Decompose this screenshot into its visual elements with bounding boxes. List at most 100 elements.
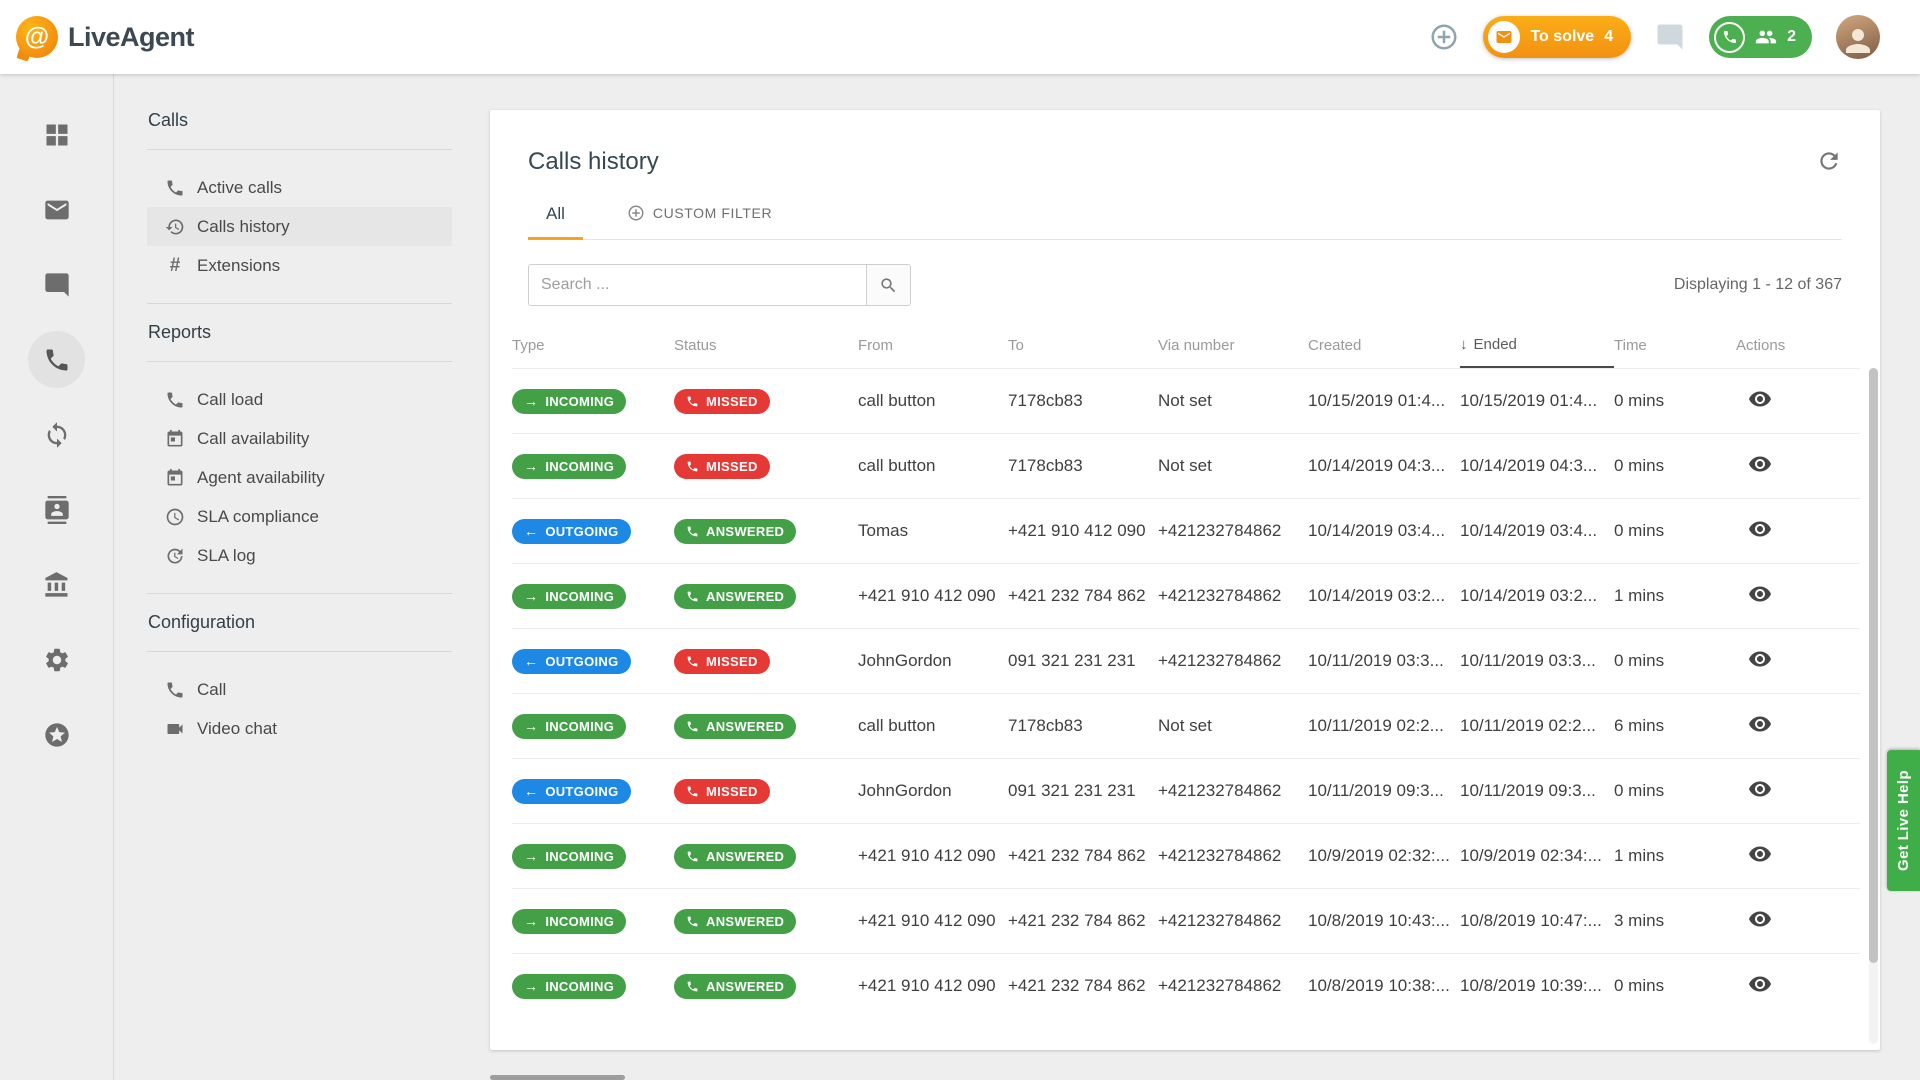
sidebar-item-active-calls[interactable]: Active calls xyxy=(147,168,452,207)
sidebar-item-label: Agent availability xyxy=(197,468,325,488)
table-row[interactable]: →INCOMINGANSWERED+421 910 412 090+421 23… xyxy=(512,888,1860,953)
table-row[interactable]: →INCOMINGMISSEDcall button7178cb83Not se… xyxy=(512,368,1860,433)
view-call-details-icon[interactable] xyxy=(1748,907,1772,931)
table-row[interactable]: ←OUTGOINGANSWEREDTomas+421 910 412 090+4… xyxy=(512,498,1860,563)
cell-time: 1 mins xyxy=(1614,846,1736,866)
status-badge-answered: ANSWERED xyxy=(674,974,796,999)
cell-from: +421 910 412 090 xyxy=(858,976,1008,996)
view-call-details-icon[interactable] xyxy=(1748,777,1772,801)
sidebar-item-calls-history[interactable]: Calls history xyxy=(147,207,452,246)
view-call-details-icon[interactable] xyxy=(1748,842,1772,866)
view-call-details-icon[interactable] xyxy=(1748,387,1772,411)
cell-status: MISSED xyxy=(674,389,858,414)
sort-desc-icon: ↓ xyxy=(1460,336,1468,353)
cell-status: ANSWERED xyxy=(674,584,858,609)
table-row[interactable]: →INCOMINGANSWEREDcall button7178cb83Not … xyxy=(512,693,1860,758)
view-call-details-icon[interactable] xyxy=(1748,452,1772,476)
column-header-status[interactable]: Status xyxy=(674,322,858,368)
column-header-to[interactable]: To xyxy=(1008,322,1158,368)
rail-item-dashboard[interactable] xyxy=(28,106,85,163)
cell-actions xyxy=(1736,777,1860,806)
type-badge-outgoing: ←OUTGOING xyxy=(512,519,631,544)
cell-from: call button xyxy=(858,456,1008,476)
tab-all-label: All xyxy=(546,204,565,223)
tab-custom-filter-label: CUSTOM FILTER xyxy=(653,205,772,221)
column-header-ended[interactable]: ↓Ended xyxy=(1460,322,1614,368)
phone-icon xyxy=(43,346,71,374)
status-badge-missed: MISSED xyxy=(674,649,770,674)
table-row[interactable]: ←OUTGOINGMISSEDJohnGordon091 321 231 231… xyxy=(512,628,1860,693)
view-call-details-icon[interactable] xyxy=(1748,712,1772,736)
person-icon xyxy=(1840,23,1876,59)
view-call-details-icon[interactable] xyxy=(1748,517,1772,541)
rail-item-bank[interactable] xyxy=(28,556,85,613)
rail-item-chat[interactable] xyxy=(28,256,85,313)
update-icon xyxy=(165,546,185,566)
cell-to: 091 321 231 231 xyxy=(1008,781,1158,801)
status-badge-label: MISSED xyxy=(706,394,758,409)
cell-created: 10/11/2019 02:2... xyxy=(1308,716,1460,736)
search-input[interactable] xyxy=(528,264,866,306)
rail-item-sync[interactable] xyxy=(28,406,85,463)
cell-type: →INCOMING xyxy=(512,844,674,869)
search-button[interactable] xyxy=(866,264,911,306)
sidebar-item-call-availability[interactable]: Call availability xyxy=(147,419,452,458)
add-filter-icon xyxy=(627,204,645,222)
column-header-created[interactable]: Created xyxy=(1308,322,1460,368)
view-call-details-icon[interactable] xyxy=(1748,647,1772,671)
column-header-type[interactable]: Type xyxy=(512,322,674,368)
table-row[interactable]: ←OUTGOINGMISSEDJohnGordon091 321 231 231… xyxy=(512,758,1860,823)
column-header-actions[interactable]: Actions xyxy=(1736,322,1860,368)
table-scrollbar[interactable] xyxy=(1869,368,1878,1044)
rail-item-gear[interactable] xyxy=(28,631,85,688)
type-badge-incoming: →INCOMING xyxy=(512,389,626,414)
horizontal-scrollbar-thumb[interactable] xyxy=(490,1075,625,1080)
rail-item-star[interactable] xyxy=(28,706,85,763)
cell-actions xyxy=(1736,907,1860,936)
to-solve-badge[interactable]: To solve 4 xyxy=(1483,16,1631,58)
column-label: Via number xyxy=(1158,337,1234,354)
sidebar-item-extensions[interactable]: #Extensions xyxy=(147,246,452,285)
arrow-right-icon: → xyxy=(524,719,538,733)
cell-from: call button xyxy=(858,716,1008,736)
sidebar-item-video-chat[interactable]: Video chat xyxy=(147,709,452,748)
cell-to: 7178cb83 xyxy=(1008,716,1158,736)
gear-icon xyxy=(43,646,71,674)
column-header-from[interactable]: From xyxy=(858,322,1008,368)
column-header-via-number[interactable]: Via number xyxy=(1158,322,1308,368)
phone-status-pill[interactable]: 2 xyxy=(1709,16,1812,58)
rail-item-phone[interactable] xyxy=(28,331,85,388)
cell-time: 3 mins xyxy=(1614,911,1736,931)
liveagent-logo-icon: @ xyxy=(16,16,58,58)
sidebar-item-call[interactable]: Call xyxy=(147,670,452,709)
column-header-time[interactable]: Time xyxy=(1614,322,1736,368)
refresh-icon[interactable] xyxy=(1816,148,1842,174)
cell-actions xyxy=(1736,712,1860,741)
calendar-icon xyxy=(165,429,185,449)
user-avatar[interactable] xyxy=(1836,15,1880,59)
sidebar-item-sla-compliance[interactable]: SLA compliance xyxy=(147,497,452,536)
sidebar-item-agent-availability[interactable]: Agent availability xyxy=(147,458,452,497)
add-circle-icon[interactable] xyxy=(1429,22,1459,52)
tab-custom-filter[interactable]: CUSTOM FILTER xyxy=(609,204,790,239)
scrollbar-thumb[interactable] xyxy=(1869,368,1878,963)
cell-via: Not set xyxy=(1158,456,1308,476)
sidebar-item-sla-log[interactable]: SLA log xyxy=(147,536,452,575)
view-call-details-icon[interactable] xyxy=(1748,582,1772,606)
view-call-details-icon[interactable] xyxy=(1748,972,1772,996)
table-row[interactable]: →INCOMINGANSWERED+421 910 412 090+421 23… xyxy=(512,823,1860,888)
sidebar-divider xyxy=(147,593,452,594)
tab-all[interactable]: All xyxy=(528,204,583,239)
sidebar-item-call-load[interactable]: Call load xyxy=(147,380,452,419)
table-row[interactable]: →INCOMINGANSWERED+421 910 412 090+421 23… xyxy=(512,953,1860,1018)
chat-bubble-icon[interactable] xyxy=(1655,22,1685,52)
rail-item-mail[interactable] xyxy=(28,181,85,238)
table-row[interactable]: →INCOMINGANSWERED+421 910 412 090+421 23… xyxy=(512,563,1860,628)
table-row[interactable]: →INCOMINGMISSEDcall button7178cb83Not se… xyxy=(512,433,1860,498)
cell-created: 10/14/2019 04:3... xyxy=(1308,456,1460,476)
get-live-help-button[interactable]: Get Live Help xyxy=(1887,750,1920,891)
cell-status: MISSED xyxy=(674,649,858,674)
liveagent-logo[interactable]: @ LiveAgent xyxy=(16,16,194,58)
type-badge-outgoing: ←OUTGOING xyxy=(512,779,631,804)
rail-item-contacts[interactable] xyxy=(28,481,85,538)
